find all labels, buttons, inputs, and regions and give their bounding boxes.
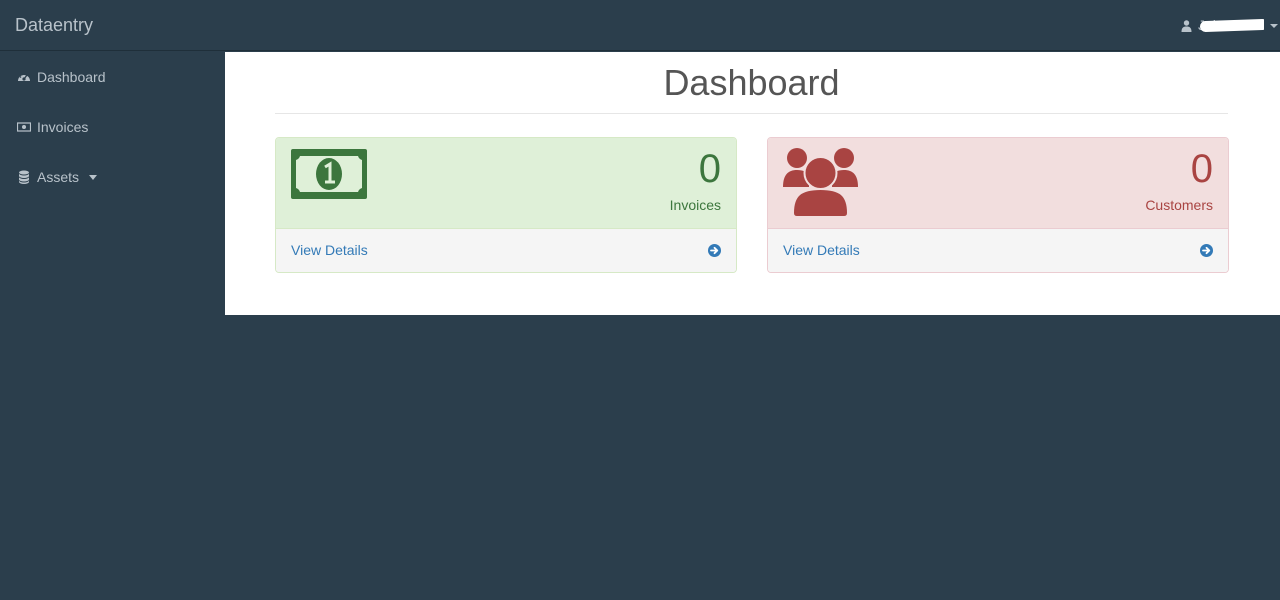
money-icon [17,122,31,132]
chevron-down-icon [1270,24,1278,28]
customers-label: Customers [1145,197,1213,213]
title-divider [275,113,1228,114]
database-icon [19,170,29,184]
users-icon [783,148,858,218]
redaction-mark [1199,18,1264,33]
invoices-panel: 0 Invoices View Details [275,137,737,273]
tachometer-icon [18,73,30,81]
sidebar-item-assets[interactable]: Assets [17,167,98,187]
invoices-label: Invoices [669,197,721,213]
panel-heading: 0 Invoices [276,138,736,229]
invoices-view-details[interactable]: View Details [276,229,736,272]
customers-count: 0 [1190,147,1213,191]
arrow-circle-right-icon [1200,244,1213,257]
page-title: Dashboard [663,62,840,103]
arrow-circle-right-icon [708,244,721,257]
user-icon [1181,20,1192,32]
money-bill-icon [291,149,367,199]
invoices-count: 0 [698,147,721,191]
chevron-down-icon [89,174,98,180]
sidebar-item-label: Dashboard [37,69,106,85]
view-details-link[interactable]: View Details [783,242,860,258]
top-navbar: Dataentry John Smith [0,0,1280,51]
main-content: Dashboard 0 Invoices View Details 0 Cust… [225,52,1280,315]
customers-panel: 0 Customers View Details [767,137,1229,273]
sidebar-item-dashboard[interactable]: Dashboard [17,67,106,87]
customers-view-details[interactable]: View Details [768,229,1228,272]
sidebar: Dashboard Invoices Assets [0,52,225,600]
user-name: John Smith [1198,17,1264,35]
sidebar-item-label: Invoices [37,119,89,135]
sidebar-item-label: Assets [37,169,80,185]
user-menu[interactable]: John Smith [1181,16,1278,36]
brand-link[interactable]: Dataentry [15,15,93,36]
panel-heading: 0 Customers [768,138,1228,229]
sidebar-item-invoices[interactable]: Invoices [17,117,88,137]
view-details-link[interactable]: View Details [291,242,368,258]
